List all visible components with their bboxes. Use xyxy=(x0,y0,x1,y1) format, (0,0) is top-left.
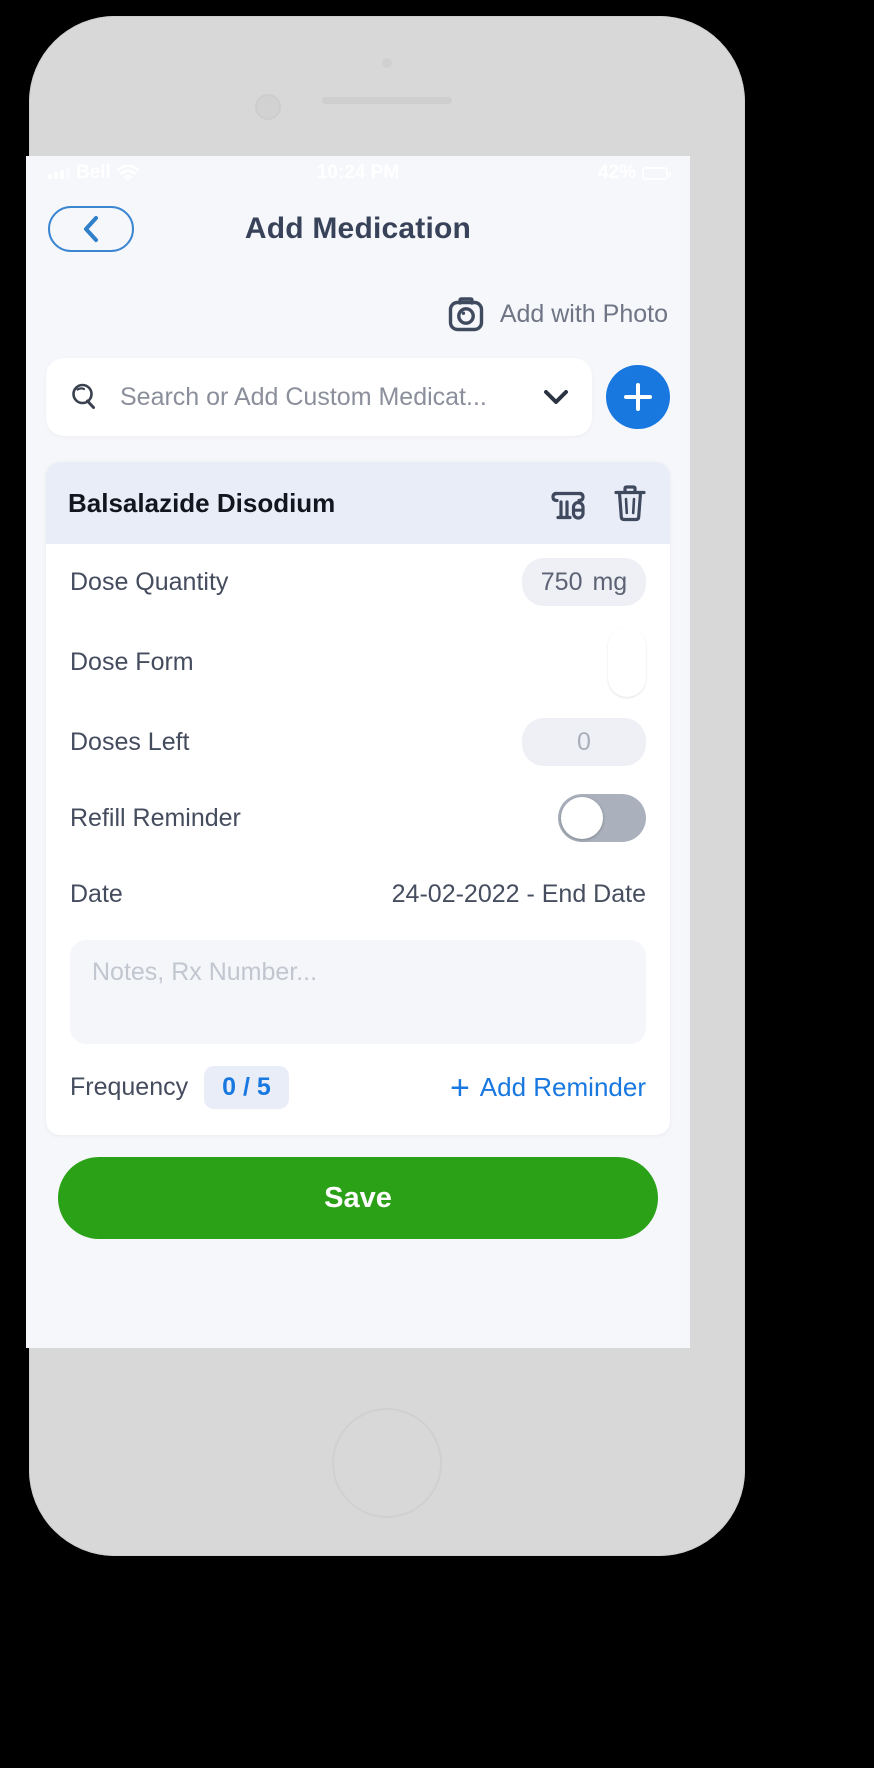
refill-reminder-toggle[interactable] xyxy=(558,794,646,842)
add-reminder-label: Add Reminder xyxy=(479,1072,646,1102)
add-reminder-button[interactable]: + Add Reminder xyxy=(450,1071,646,1105)
frequency-row: Frequency 0 / 5 + Add Reminder xyxy=(46,1044,670,1135)
status-bar-right: 42% xyxy=(597,162,671,184)
search-input[interactable]: Search or Add Custom Medicat... xyxy=(46,358,592,436)
refill-reminder-row: Refill Reminder xyxy=(46,780,670,856)
chevron-down-icon[interactable] xyxy=(542,387,570,407)
battery-percent-label: 42% xyxy=(597,162,636,183)
date-value[interactable]: 24-02-2022 - End Date xyxy=(392,880,646,909)
dose-form-label: Dose Form xyxy=(70,647,194,676)
dose-quantity-field[interactable]: 750 mg xyxy=(522,558,646,606)
doses-left-label: Doses Left xyxy=(70,727,190,756)
save-button-label: Save xyxy=(324,1181,392,1214)
frequency-label: Frequency xyxy=(70,1073,189,1101)
search-placeholder-text: Search or Add Custom Medicat... xyxy=(120,382,487,411)
home-button[interactable] xyxy=(332,1408,442,1518)
battery-icon xyxy=(642,166,671,180)
plus-icon: + xyxy=(449,1068,470,1107)
pill-splitter-icon[interactable] xyxy=(548,483,588,523)
chevron-left-icon xyxy=(82,215,100,243)
capsule-icon[interactable] xyxy=(608,627,646,697)
medication-name: Balsalazide Disodium xyxy=(68,487,336,518)
signal-bars-icon xyxy=(48,167,70,179)
doses-left-value: 0 xyxy=(577,727,591,756)
status-bar-left: Bell xyxy=(48,162,139,184)
trash-icon[interactable] xyxy=(612,483,648,523)
earpiece-speaker xyxy=(322,97,452,104)
doses-left-row: Doses Left 0 xyxy=(46,704,670,780)
medication-card-header: Balsalazide Disodium xyxy=(46,462,670,544)
save-button[interactable]: Save xyxy=(58,1157,658,1239)
frequency-badge[interactable]: 0 / 5 xyxy=(204,1066,289,1109)
dose-form-row: Dose Form xyxy=(46,620,670,704)
add-medication-button[interactable] xyxy=(606,365,670,429)
back-button[interactable] xyxy=(48,206,134,252)
notes-input[interactable]: Notes, Rx Number... xyxy=(70,940,646,1044)
carrier-label: Bell xyxy=(76,162,111,183)
doses-left-field[interactable]: 0 xyxy=(522,718,646,766)
date-label: Date xyxy=(70,879,123,908)
medication-card: Balsalazide Disodium Dose Quantity 750 m… xyxy=(46,462,670,1135)
dose-quantity-unit: mg xyxy=(592,567,628,596)
phone-screen: Bell 10:24 PM 42% Add Medication Add wit… xyxy=(26,156,690,1348)
front-camera-icon xyxy=(255,94,281,120)
dose-quantity-row: Dose Quantity 750 mg xyxy=(46,544,670,620)
add-with-photo-button[interactable]: Add with Photo xyxy=(26,268,690,334)
date-row: Date 24-02-2022 - End Date xyxy=(46,856,670,932)
dose-quantity-value: 750 xyxy=(540,567,583,596)
status-bar: Bell 10:24 PM 42% xyxy=(26,156,690,190)
search-icon xyxy=(68,381,100,413)
dose-quantity-label: Dose Quantity xyxy=(70,567,229,596)
search-row: Search or Add Custom Medicat... xyxy=(46,358,670,436)
notes-placeholder-text: Notes, Rx Number... xyxy=(92,958,318,986)
add-with-photo-label: Add with Photo xyxy=(499,299,668,328)
toggle-knob xyxy=(561,797,603,839)
refill-reminder-label: Refill Reminder xyxy=(70,803,241,832)
medication-card-actions xyxy=(548,483,648,523)
navigation-bar: Add Medication xyxy=(26,190,690,268)
proximity-sensor-icon xyxy=(382,58,392,68)
camera-icon xyxy=(446,294,486,334)
wifi-icon xyxy=(116,165,139,181)
